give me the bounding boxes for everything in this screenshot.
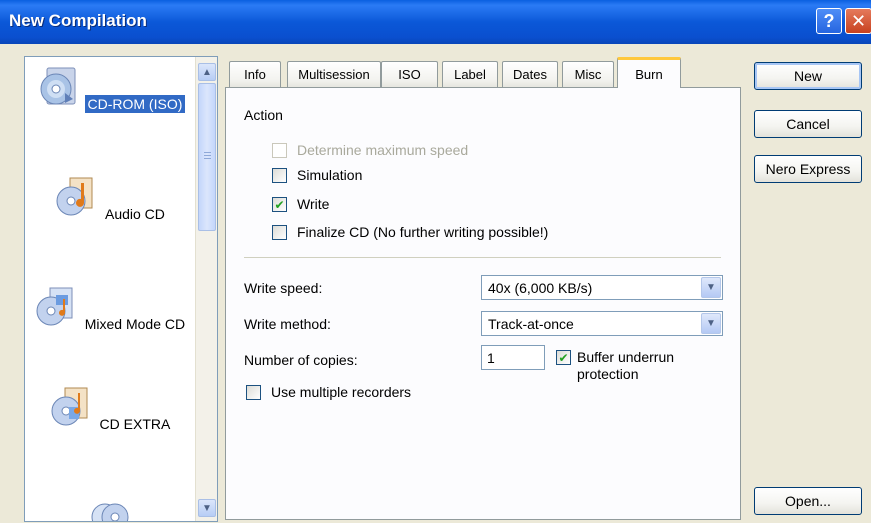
- compilation-label: CD-ROM (ISO): [83, 94, 187, 114]
- tab-iso[interactable]: ISO: [381, 61, 438, 87]
- multiple-recorders-checkbox[interactable]: [246, 385, 261, 400]
- burn-panel: Action Determine maximum speed Simulatio…: [225, 87, 741, 520]
- help-button[interactable]: ?: [816, 8, 842, 34]
- tab-info[interactable]: Info: [229, 61, 281, 87]
- window-title: New Compilation: [9, 11, 147, 30]
- finalize-cd-label: Finalize CD (No further writing possible…: [297, 224, 549, 240]
- compilation-item-mixed-mode-cd[interactable]: Mixed Mode CD: [25, 285, 197, 333]
- tab-multisession[interactable]: Multisession: [287, 61, 381, 87]
- write-speed-label: Write speed:: [244, 280, 323, 296]
- write-method-value: Track-at-once: [488, 316, 574, 332]
- tab-burn[interactable]: Burn: [617, 57, 681, 88]
- tab-label-text: Label: [454, 67, 486, 82]
- multiple-recorders-label: Use multiple recorders: [271, 384, 412, 400]
- tab-label: Multisession: [298, 67, 370, 82]
- simulation-label: Simulation: [297, 167, 363, 183]
- chevron-down-icon: ▼: [706, 318, 716, 329]
- open-button-label: Open...: [785, 493, 831, 509]
- compilation-label: Audio CD: [104, 206, 165, 222]
- cd-rom-iso-icon: [40, 67, 76, 105]
- tab-label: ISO: [398, 67, 421, 82]
- open-button[interactable]: Open...: [754, 487, 862, 515]
- check-icon: ✔: [558, 350, 569, 365]
- buffer-underrun-label-line1: Buffer underrun: [577, 349, 675, 365]
- mixed-mode-cd-icon: [36, 287, 73, 326]
- number-of-copies-input[interactable]: 1: [481, 345, 545, 370]
- cancel-button-label: Cancel: [786, 116, 830, 132]
- compilation-item-partial[interactable]: [25, 495, 197, 521]
- compilation-label: CD EXTRA: [99, 416, 171, 432]
- title-bar[interactable]: New Compilation ? ✕: [0, 0, 871, 44]
- new-button-label: New: [793, 68, 822, 84]
- new-compilation-window: New Compilation ? ✕ CD-ROM (ISO) Audio C…: [0, 0, 871, 523]
- compilation-item-cd-rom-iso[interactable]: CD-ROM (ISO): [25, 65, 197, 114]
- tab-label[interactable]: Label: [442, 61, 498, 87]
- finalize-cd-checkbox[interactable]: [272, 225, 287, 240]
- audio-cd-icon: [56, 177, 93, 216]
- tab-label: Dates: [513, 67, 547, 82]
- nero-express-button[interactable]: Nero Express: [754, 155, 862, 183]
- write-method-select[interactable]: Track-at-once ▼: [481, 311, 723, 336]
- scroll-down-button[interactable]: ▼: [198, 499, 216, 517]
- list-scrollbar[interactable]: ▲ ▼: [195, 57, 217, 521]
- nero-express-button-label: Nero Express: [765, 161, 851, 177]
- close-button[interactable]: ✕: [845, 8, 871, 34]
- write-label: Write: [297, 196, 330, 212]
- write-speed-select[interactable]: 40x (6,000 KB/s) ▼: [481, 275, 723, 300]
- tab-label: Misc: [574, 67, 602, 82]
- dropdown-arrow[interactable]: ▼: [701, 277, 721, 298]
- compilation-type-list[interactable]: CD-ROM (ISO) Audio CD Mixed Mode CD CD E…: [24, 56, 218, 522]
- scroll-thumb[interactable]: [198, 83, 216, 231]
- number-of-copies-label: Number of copies:: [244, 352, 358, 368]
- compilation-item-cd-extra[interactable]: CD EXTRA: [25, 385, 197, 433]
- compilation-label: Mixed Mode CD: [84, 316, 186, 332]
- tab-label: Burn: [635, 66, 663, 82]
- determine-max-speed-checkbox[interactable]: [272, 143, 287, 158]
- tab-label: Info: [244, 67, 266, 82]
- tab-dates[interactable]: Dates: [502, 61, 558, 87]
- separator: [244, 257, 721, 258]
- determine-max-speed-label: Determine maximum speed: [297, 142, 469, 158]
- action-heading: Action: [244, 107, 283, 123]
- check-icon: ✔: [274, 197, 285, 212]
- compilation-item-audio-cd[interactable]: Audio CD: [25, 175, 197, 223]
- write-checkbox[interactable]: ✔: [272, 197, 287, 212]
- buffer-underrun-label-line2: protection: [577, 366, 639, 382]
- cd-extra-icon: [51, 387, 88, 426]
- simulation-checkbox[interactable]: [272, 168, 287, 183]
- cd-copy-icon: [91, 503, 129, 521]
- new-button[interactable]: New: [754, 62, 862, 90]
- chevron-up-icon: ▲: [202, 66, 212, 78]
- buffer-underrun-checkbox[interactable]: ✔: [556, 350, 571, 365]
- dropdown-arrow[interactable]: ▼: [701, 313, 721, 334]
- tab-misc[interactable]: Misc: [562, 61, 614, 87]
- cancel-button[interactable]: Cancel: [754, 110, 862, 138]
- help-icon: ?: [823, 10, 835, 31]
- write-method-label: Write method:: [244, 316, 331, 332]
- copies-value: 1: [487, 350, 495, 366]
- write-speed-value: 40x (6,000 KB/s): [488, 280, 593, 296]
- close-icon: ✕: [850, 10, 867, 31]
- scroll-up-button[interactable]: ▲: [198, 63, 216, 81]
- chevron-down-icon: ▼: [202, 502, 212, 514]
- chevron-down-icon: ▼: [706, 282, 716, 293]
